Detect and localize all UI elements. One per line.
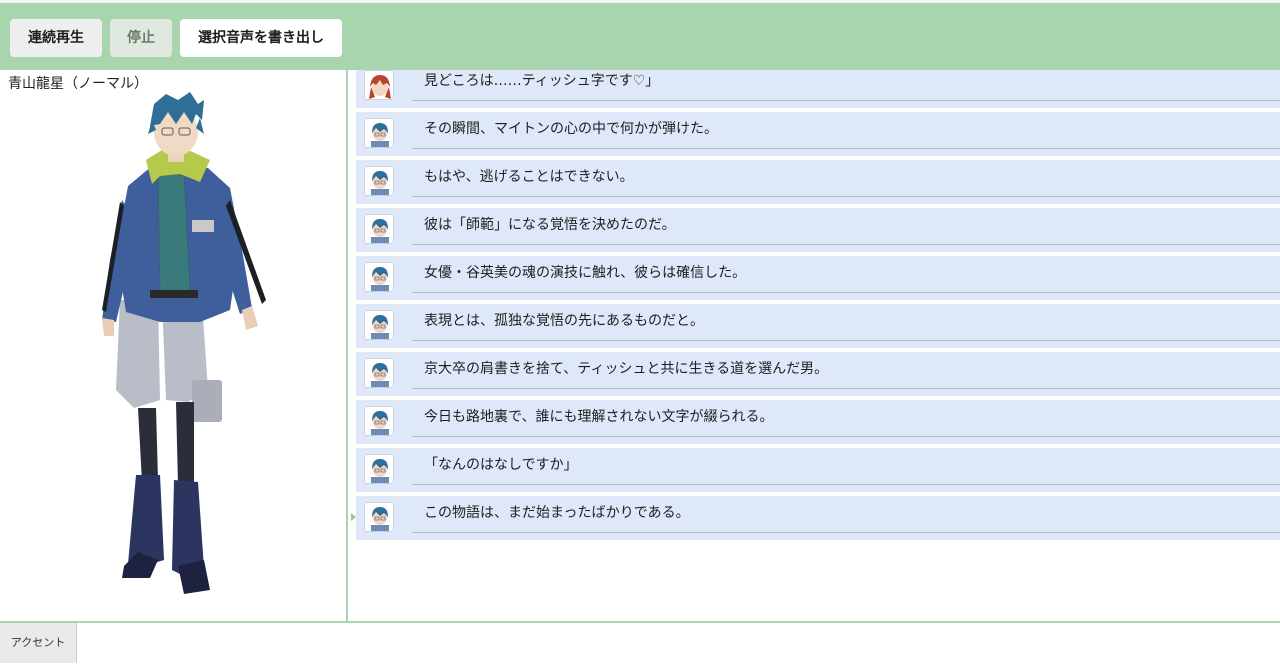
blue-hair-avatar-icon <box>364 502 394 532</box>
dialogue-text: 女優・谷英美の魂の演技に触れ、彼らは確信した。 <box>424 265 747 281</box>
dialogue-text: 「なんのはなしですか」 <box>424 457 578 473</box>
divider <box>412 436 1280 437</box>
blue-hair-avatar-icon <box>364 358 394 388</box>
accent-panel: アクセント <box>0 621 1280 670</box>
divider <box>412 100 1280 101</box>
dialogue-row[interactable]: 今日も路地裏で、誰にも理解されない文字が綴られる。 <box>356 400 1280 444</box>
dialogue-text: 今日も路地裏で、誰にも理解されない文字が綴られる。 <box>424 409 774 425</box>
divider <box>412 340 1280 341</box>
red-hair-avatar-icon <box>364 70 394 100</box>
character-panel: 青山龍星（ノーマル） <box>0 70 348 621</box>
dialogue-row[interactable]: 女優・谷英美の魂の演技に触れ、彼らは確信した。 <box>356 256 1280 300</box>
divider <box>412 292 1280 293</box>
dialogue-row[interactable]: 「なんのはなしですか」 <box>356 448 1280 492</box>
dialogue-row[interactable]: もはや、逃げることはできない。 <box>356 160 1280 204</box>
blue-hair-avatar-icon <box>364 214 394 244</box>
divider <box>412 244 1280 245</box>
divider <box>412 196 1280 197</box>
dialogue-text: この物語は、まだ始まったばかりである。 <box>424 505 690 521</box>
blue-hair-avatar-icon <box>364 166 394 196</box>
dialogue-row[interactable]: 見どころは……ティッシュ字です♡」 <box>356 70 1280 108</box>
dialogue-text: 表現とは、孤独な覚悟の先にあるものだと。 <box>424 313 704 329</box>
dialogue-text: 彼は「師範」になる覚悟を決めたのだ。 <box>424 217 676 233</box>
divider <box>412 484 1280 485</box>
dialogue-list: 見どころは……ティッシュ字です♡」 その瞬間、マイトンの心の中で何かが弾けた。 … <box>348 70 1280 621</box>
dialogue-text: もはや、逃げることはできない。 <box>424 169 634 185</box>
dialogue-row[interactable]: この物語は、まだ始まったばかりである。 <box>356 496 1280 540</box>
divider <box>412 148 1280 149</box>
dialogue-row[interactable]: 京大卒の肩書きを捨て、ティッシュと共に生きる道を選んだ男。 <box>356 352 1280 396</box>
stop-button[interactable]: 停止 <box>110 19 172 57</box>
continuous-play-button[interactable]: 連続再生 <box>10 19 102 57</box>
divider <box>412 532 1280 533</box>
accent-tab[interactable]: アクセント <box>0 623 77 663</box>
export-selected-audio-button[interactable]: 選択音声を書き出し <box>180 19 342 57</box>
dialogue-row[interactable]: 表現とは、孤独な覚悟の先にあるものだと。 <box>356 304 1280 348</box>
dialogue-text: その瞬間、マイトンの心の中で何かが弾けた。 <box>424 121 718 137</box>
dialogue-row[interactable]: 彼は「師範」になる覚悟を決めたのだ。 <box>356 208 1280 252</box>
dialogue-text: 京大卒の肩書きを捨て、ティッシュと共に生きる道を選んだ男。 <box>424 361 829 377</box>
blue-hair-avatar-icon <box>364 310 394 340</box>
dialogue-text: 見どころは……ティッシュ字です♡」 <box>424 73 660 89</box>
blue-hair-avatar-icon <box>364 118 394 148</box>
blue-hair-avatar-icon <box>364 406 394 436</box>
dialogue-row[interactable]: その瞬間、マイトンの心の中で何かが弾けた。 <box>356 112 1280 156</box>
blue-hair-avatar-icon <box>364 262 394 292</box>
blue-hair-avatar-icon <box>364 454 394 484</box>
toolbar: 連続再生 停止 選択音声を書き出し <box>0 0 1280 70</box>
character-portrait <box>102 92 266 594</box>
divider <box>412 388 1280 389</box>
